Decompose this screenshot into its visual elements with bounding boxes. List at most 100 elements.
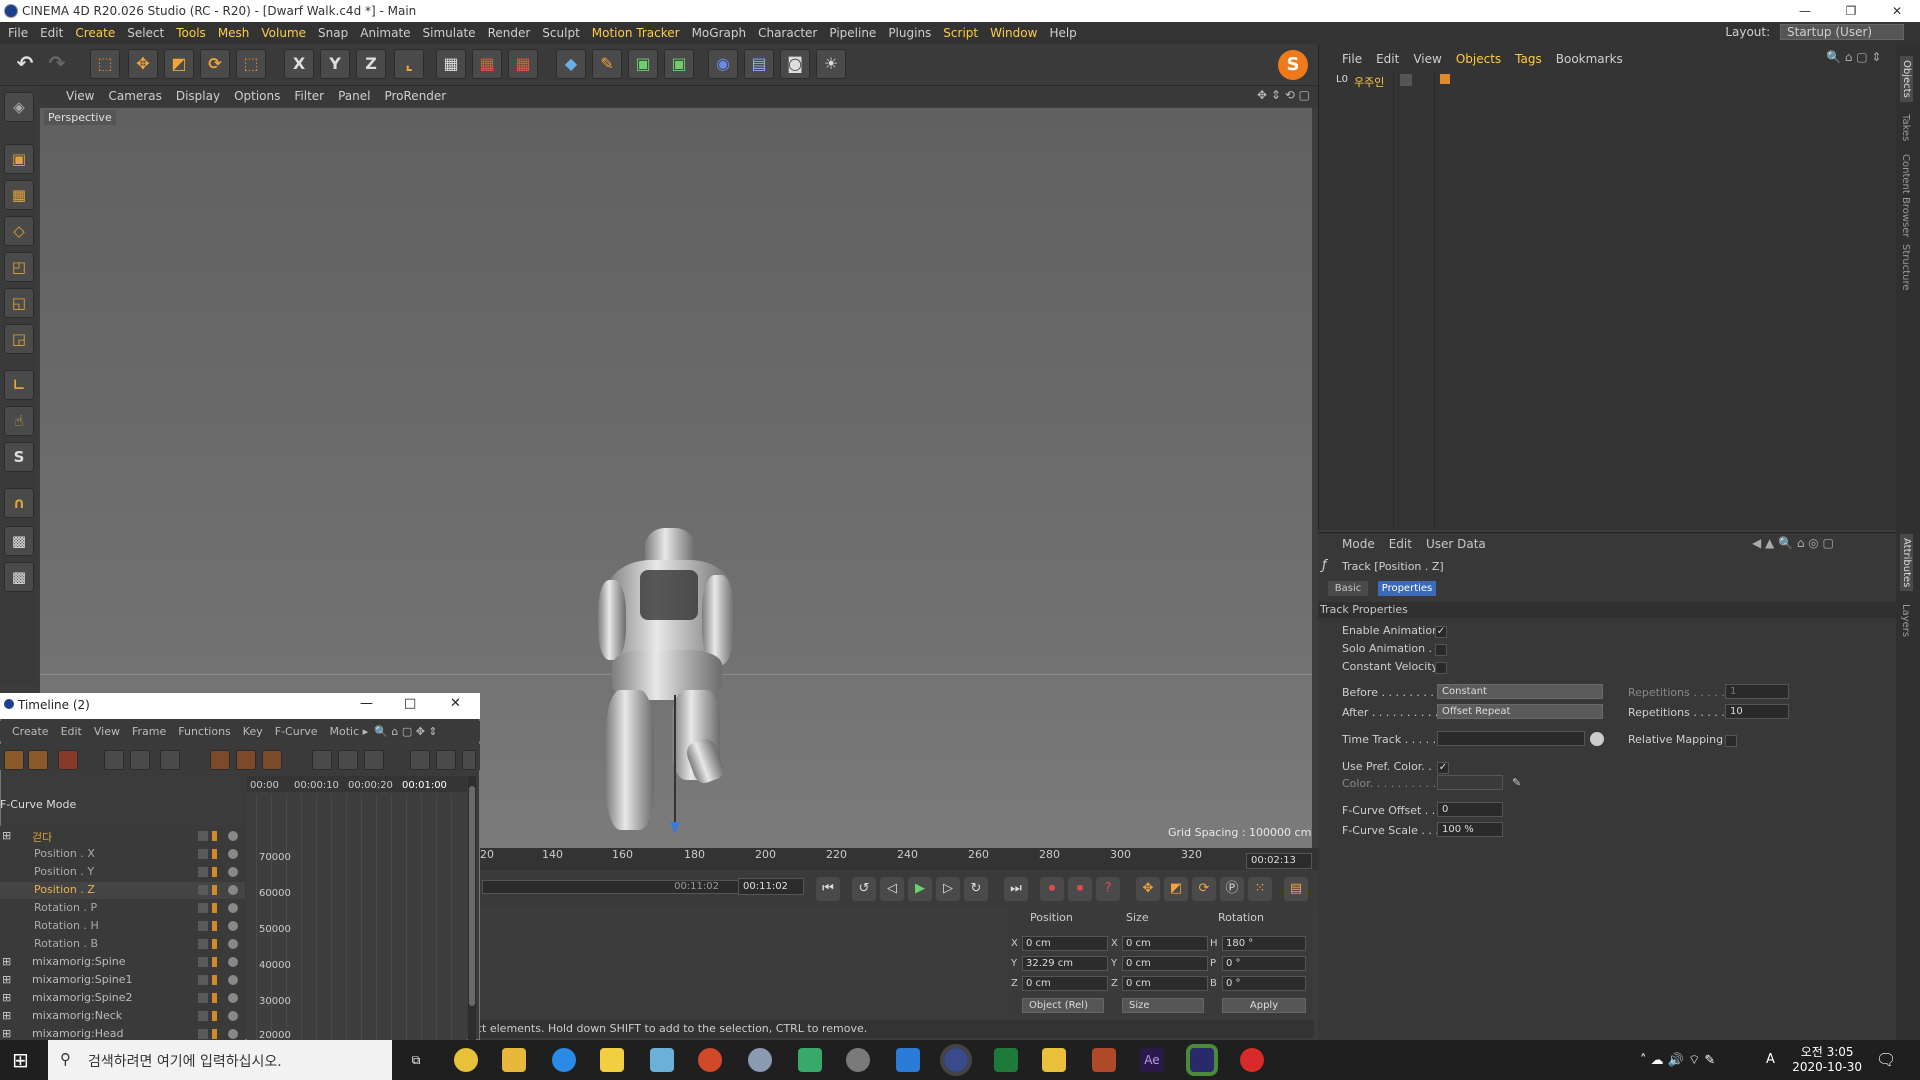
- app-icon[interactable]: [1092, 1048, 1116, 1072]
- menu-help[interactable]: Help: [1049, 26, 1076, 40]
- track-enable-icon[interactable]: [198, 1029, 208, 1039]
- enable-animation-checkbox[interactable]: ✓: [1435, 626, 1447, 638]
- scale-tool-icon[interactable]: ◩: [164, 49, 194, 79]
- objects-menu-view[interactable]: View: [1413, 52, 1441, 66]
- texture-mode-icon[interactable]: ▦: [4, 180, 34, 210]
- deformer-icon[interactable]: ◉: [708, 49, 738, 79]
- expand-toggle-icon[interactable]: ⊞: [2, 1027, 11, 1040]
- timeline-scrollbar[interactable]: [468, 776, 476, 1040]
- cloner-icon[interactable]: ▣: [664, 49, 694, 79]
- time-range-slider[interactable]: 00:11:02: [482, 880, 740, 894]
- track-lock-icon[interactable]: [228, 885, 238, 895]
- axis-handle-icon[interactable]: [670, 822, 680, 834]
- size-z-field[interactable]: 0 cm: [1122, 976, 1208, 991]
- track-row[interactable]: ⊞ 걷다: [0, 828, 245, 845]
- scheme-menu-icon[interactable]: ▤: [1284, 877, 1308, 901]
- tl-more-icon[interactable]: [462, 750, 476, 770]
- track-enable-icon[interactable]: [198, 957, 208, 967]
- substance-engine-icon[interactable]: S: [1278, 50, 1308, 80]
- app-icon[interactable]: [748, 1048, 772, 1072]
- attr-menu-edit[interactable]: Edit: [1389, 537, 1412, 551]
- tl-menu-create[interactable]: Create: [12, 725, 49, 738]
- taskbar-search[interactable]: ⚲ 검색하려면 여기에 입력하십시오.: [48, 1040, 392, 1080]
- track-solo-icon[interactable]: [212, 957, 217, 967]
- tl-menu-edit[interactable]: Edit: [61, 725, 82, 738]
- fcurve-offset-field[interactable]: 0: [1437, 802, 1503, 817]
- keyframe-selection-icon[interactable]: ?: [1096, 877, 1120, 901]
- tl-menu-motion[interactable]: Motic ▸: [330, 725, 369, 738]
- light-icon[interactable]: ☀: [816, 49, 846, 79]
- repetitions-before-field[interactable]: 1: [1725, 684, 1789, 699]
- go-to-previous-key-icon[interactable]: ↺: [852, 877, 876, 901]
- objects-menu-tags[interactable]: Tags: [1515, 52, 1542, 66]
- move-tool-icon[interactable]: ✥: [128, 49, 158, 79]
- live-selection-icon[interactable]: ⬚: [90, 49, 120, 79]
- objects-menu-file[interactable]: File: [1342, 52, 1362, 66]
- redo-button[interactable]: ↷: [42, 49, 72, 79]
- expand-toggle-icon[interactable]: ⊞: [2, 973, 11, 986]
- excel-icon[interactable]: [994, 1048, 1018, 1072]
- use-pref-color-checkbox[interactable]: ✓: [1437, 762, 1449, 774]
- before-dropdown[interactable]: Constant: [1437, 684, 1603, 699]
- x-axis-lock-button[interactable]: X: [284, 49, 314, 79]
- tl-ease-out-icon[interactable]: [436, 750, 456, 770]
- timeline-scrollbar-thumb[interactable]: [469, 786, 475, 1006]
- menu-create[interactable]: Create: [75, 26, 115, 40]
- size-y-field[interactable]: 0 cm: [1122, 956, 1208, 971]
- tab-properties[interactable]: Properties: [1378, 581, 1436, 596]
- track-enable-icon[interactable]: [198, 849, 208, 859]
- app-icon[interactable]: [1042, 1048, 1066, 1072]
- powerpoint-icon[interactable]: [698, 1048, 722, 1072]
- model-mode-icon[interactable]: ▣: [4, 144, 34, 174]
- after-dropdown[interactable]: Offset Repeat: [1437, 704, 1603, 719]
- track-solo-icon[interactable]: [212, 1029, 217, 1039]
- locked-workplane-icon[interactable]: ▩: [4, 526, 34, 556]
- tl-menu-fcurve[interactable]: F-Curve: [275, 725, 318, 738]
- tweak-mode-icon[interactable]: ☝: [4, 406, 34, 436]
- side-tab-attributes[interactable]: Attributes: [1900, 534, 1913, 592]
- menu-simulate[interactable]: Simulate: [423, 26, 476, 40]
- workplane-mode-icon[interactable]: ◇: [4, 216, 34, 246]
- objects-nav-icons[interactable]: 🔍 ⌂ ▢ ⇕: [1826, 50, 1881, 64]
- planar-workplane-icon[interactable]: ▩: [4, 562, 34, 592]
- chrome-icon[interactable]: [454, 1048, 478, 1072]
- track-solo-icon[interactable]: [212, 975, 217, 985]
- side-tab-content-browser[interactable]: Content Browser: [1900, 154, 1911, 237]
- minimize-button[interactable]: —: [1782, 0, 1828, 22]
- track-lock-icon[interactable]: [228, 867, 238, 877]
- expand-toggle-icon[interactable]: ⊞: [2, 1009, 11, 1022]
- objects-menu-edit[interactable]: Edit: [1376, 52, 1399, 66]
- attr-menu-mode[interactable]: Mode: [1342, 537, 1375, 551]
- current-time-field[interactable]: 00:02:13: [1246, 853, 1312, 869]
- track-lock-icon[interactable]: [228, 1029, 238, 1039]
- snapping-icon[interactable]: ∩: [4, 488, 34, 518]
- apply-button[interactable]: Apply: [1222, 998, 1306, 1013]
- track-row[interactable]: Position . Z: [0, 882, 245, 899]
- timeline-close-button[interactable]: ✕: [450, 696, 461, 711]
- track-row[interactable]: Position . Y: [0, 864, 245, 881]
- tl-range-icon[interactable]: [160, 750, 180, 770]
- tl-linear-icon[interactable]: [104, 750, 124, 770]
- menu-file[interactable]: File: [8, 26, 28, 40]
- track-lock-icon[interactable]: [228, 975, 238, 985]
- track-solo-icon[interactable]: [212, 867, 217, 877]
- tl-add-keys-icon[interactable]: [236, 750, 256, 770]
- layout-dropdown[interactable]: Startup (User): [1780, 24, 1904, 40]
- motion-clip-tag-icon[interactable]: [1440, 74, 1450, 84]
- record-scale-icon[interactable]: ◩: [1164, 877, 1188, 901]
- time-track-field[interactable]: [1437, 731, 1585, 746]
- camera-icon[interactable]: ◙: [780, 49, 810, 79]
- track-row[interactable]: Rotation . P: [0, 900, 245, 917]
- menu-window[interactable]: Window: [990, 26, 1037, 40]
- rotation-p-field[interactable]: 0 °: [1222, 956, 1306, 971]
- object-row[interactable]: L0 우주인: [1320, 74, 1892, 90]
- app-icon[interactable]: [896, 1048, 920, 1072]
- task-view-icon[interactable]: ⧉: [404, 1048, 428, 1072]
- app-icon[interactable]: [798, 1048, 822, 1072]
- timeline-maximize-button[interactable]: □: [404, 696, 416, 711]
- viewport-menu-panel[interactable]: Panel: [338, 89, 370, 103]
- constant-velocity-checkbox[interactable]: [1435, 662, 1447, 674]
- rotate-tool-icon[interactable]: ⟳: [200, 49, 230, 79]
- track-row[interactable]: Position . X: [0, 846, 245, 863]
- menu-motion-tracker[interactable]: Motion Tracker: [592, 26, 680, 40]
